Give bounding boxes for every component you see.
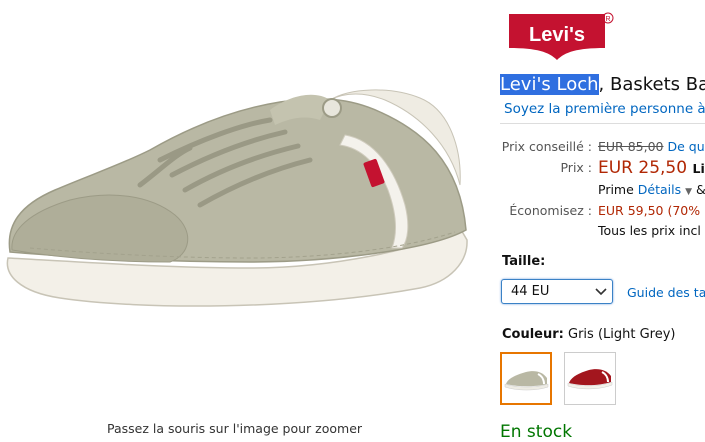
color-swatch-red[interactable] — [564, 352, 616, 405]
zoom-hint: Passez la souris sur l'image pour zoomer — [107, 421, 363, 436]
chevron-down-icon — [595, 288, 607, 296]
stock-status: En stock — [500, 422, 573, 442]
svg-text:R: R — [605, 16, 610, 23]
caret-down-icon[interactable]: ▼ — [685, 187, 692, 197]
list-price-value: EUR 85,00 — [598, 139, 664, 154]
size-select[interactable]: 44 EU — [501, 279, 613, 304]
divider — [500, 123, 705, 124]
savings-value: EUR 59,50 (70% — [598, 203, 701, 218]
list-price-label: Prix conseillé : — [501, 139, 592, 154]
savings-label: Économisez : — [509, 203, 592, 218]
grey-shoe-thumbnail — [504, 371, 549, 391]
prime-row: Prime Détails ▼ & — [598, 182, 705, 197]
product-title: Levi's Loch, Baskets Ba — [500, 74, 705, 95]
color-label: Couleur: — [502, 327, 564, 342]
size-label: Taille: — [502, 254, 546, 269]
list-price: EUR 85,00 De qu — [598, 139, 705, 154]
price-delivery: Liv — [692, 161, 705, 176]
tax-note: Tous les prix incl — [598, 223, 701, 238]
product-title-highlight[interactable]: Levi's Loch — [500, 74, 599, 95]
list-price-link[interactable]: De qu — [667, 139, 704, 154]
size-guide-link[interactable]: Guide des tai — [627, 285, 705, 300]
product-title-rest: , Baskets Ba — [598, 74, 705, 95]
price-value: EUR 25,50 — [598, 158, 688, 178]
prime-label: Prime — [598, 182, 634, 197]
product-image[interactable] — [0, 0, 490, 410]
size-selected-value: 44 EU — [511, 284, 550, 299]
color-swatch-grey[interactable] — [500, 352, 552, 405]
color-value: Gris (Light Grey) — [568, 327, 676, 342]
prime-extra: & — [696, 182, 705, 197]
brand-logo[interactable]: Levi's R — [507, 12, 614, 62]
red-shoe-thumbnail — [567, 369, 613, 390]
price-label: Prix : — [560, 160, 592, 175]
review-link[interactable]: Soyez la première personne à é — [504, 101, 705, 117]
prime-details-link[interactable]: Détails — [638, 182, 681, 197]
color-row: Couleur: Gris (Light Grey) — [502, 327, 676, 342]
brand-logo-text: Levi's — [529, 24, 585, 46]
price: EUR 25,50 Liv — [598, 158, 705, 178]
